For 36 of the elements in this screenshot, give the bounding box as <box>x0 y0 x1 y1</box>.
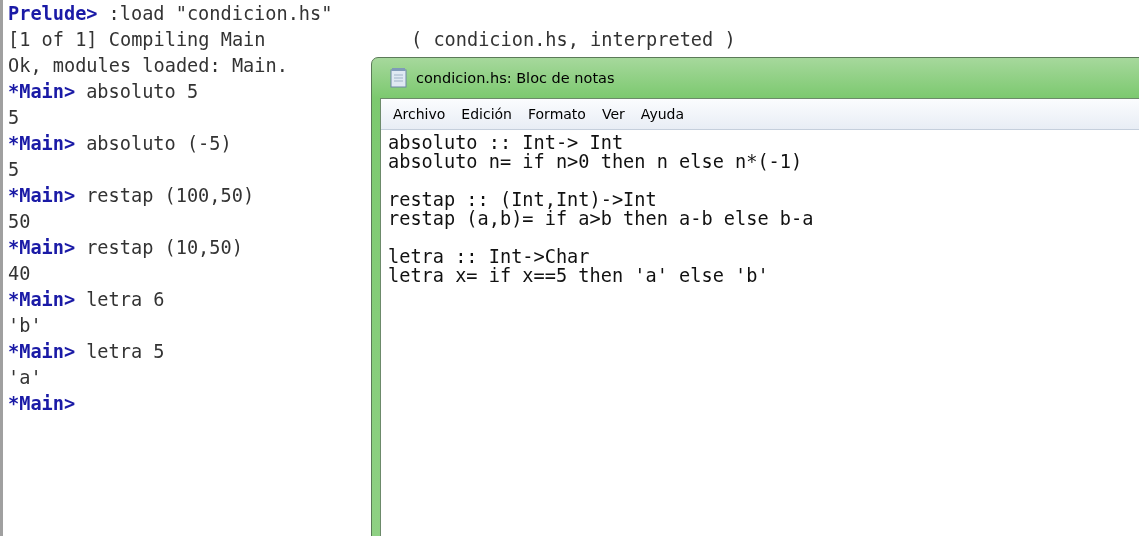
prompt: *Main> <box>8 289 76 310</box>
code-line: absoluto :: Int-> Int <box>388 133 625 152</box>
output-text: 5 <box>8 159 20 180</box>
output-text: [1 of 1] Compiling Main ( condicion.hs, interpreted ) <box>8 29 736 50</box>
menu-item[interactable]: Ver <box>593 104 633 124</box>
code-line: restap :: (Int,Int)->Int <box>388 190 658 209</box>
code-line: letra x= if x==5 then 'a' else 'b' <box>388 266 770 285</box>
prompt: *Main> <box>8 237 76 258</box>
command-text: absoluto (-5) <box>86 133 232 154</box>
menu-item[interactable]: Edición <box>453 104 520 124</box>
command-text: absoluto 5 <box>86 81 199 102</box>
code-line: letra :: Int->Char <box>388 247 591 266</box>
window-title: condicion.hs: Bloc de notas <box>416 70 615 86</box>
menu-item[interactable]: Archivo <box>385 104 454 124</box>
command-text: restap (10,50) <box>86 237 243 258</box>
notepad-icon <box>390 68 408 88</box>
output-text: Ok, modules loaded: Main. <box>8 55 288 76</box>
prompt: Prelude> <box>8 3 98 24</box>
output-text: 40 <box>8 263 31 284</box>
prompt: *Main> <box>8 133 76 154</box>
prompt: *Main> <box>8 185 76 206</box>
prompt: *Main> <box>8 81 76 102</box>
menu-item[interactable]: Formato <box>520 104 594 124</box>
command-text: letra 5 <box>86 341 165 362</box>
menu-item[interactable]: Ayuda <box>632 104 693 124</box>
command-text: letra 6 <box>86 289 165 310</box>
prompt: *Main> <box>8 341 76 362</box>
prompt: *Main> <box>8 393 76 414</box>
code-line: restap (a,b)= if a>b then a-b else b-a <box>388 209 815 228</box>
command-text: restap (100,50) <box>86 185 255 206</box>
code-line: absoluto n= if n>0 then n else n*(-1) <box>388 152 804 171</box>
output-text: 5 <box>8 107 20 128</box>
output-text: 50 <box>8 211 31 232</box>
command-text: :load "condicion.hs" <box>108 3 333 24</box>
output-text: 'a' <box>8 367 42 388</box>
output-text: 'b' <box>8 315 42 336</box>
